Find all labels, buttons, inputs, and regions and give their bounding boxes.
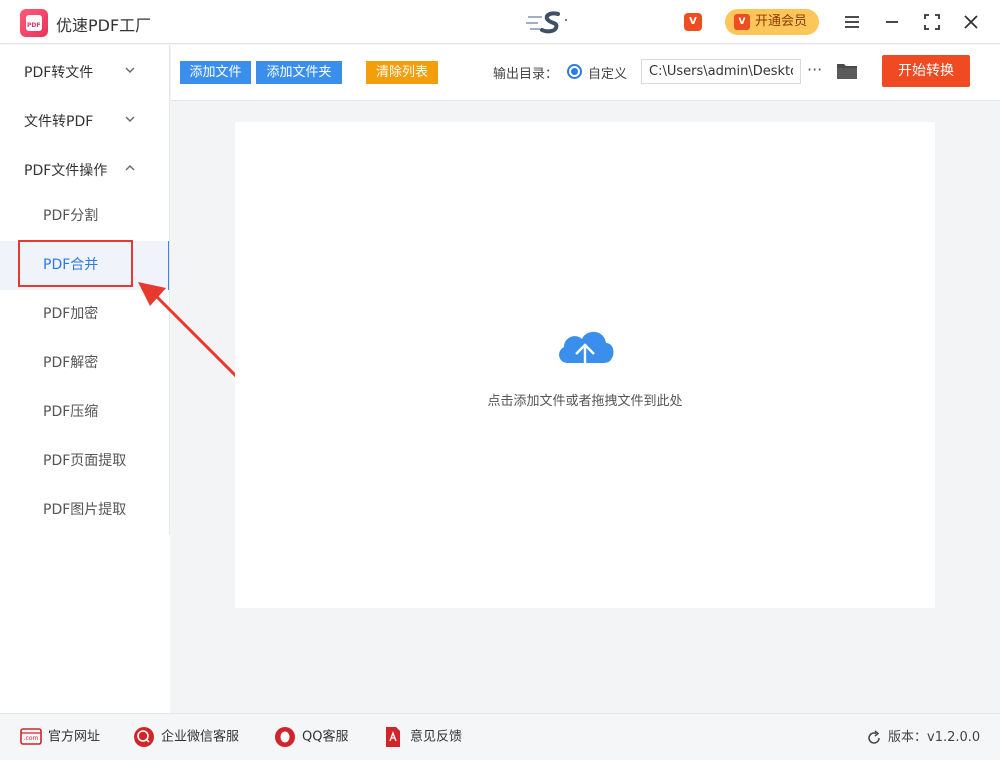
open-vip-label: 开通会员 — [755, 14, 808, 29]
chevron-down-icon[interactable] — [124, 64, 136, 76]
custom-dir-label[interactable]: 自定义 — [588, 63, 627, 82]
official-website-link[interactable]: .com 官方网址 — [20, 726, 100, 748]
chevron-down-icon[interactable] — [124, 113, 136, 125]
annotation-highlight-box — [18, 240, 133, 287]
add-file-button[interactable]: 添加文件 — [180, 61, 251, 84]
website-icon: .com — [20, 728, 42, 745]
wechat-icon — [134, 727, 154, 747]
output-path-input[interactable] — [641, 59, 801, 84]
close-icon[interactable] — [959, 10, 983, 34]
version-info: 版本：v1.2.0.0 — [866, 727, 980, 749]
nav-group-file-to-pdf[interactable]: 文件转PDF — [24, 111, 93, 131]
sidebar-item-pdf-page-extract[interactable]: PDF页面提取 — [0, 437, 170, 486]
clear-list-button[interactable]: 清除列表 — [366, 61, 438, 84]
brand-s-logo-icon — [526, 11, 567, 34]
custom-dir-radio[interactable] — [567, 64, 582, 79]
maximize-icon[interactable] — [920, 10, 944, 34]
file-drop-area[interactable]: 点击添加文件或者拖拽文件到此处 — [235, 122, 935, 608]
sidebar-empty-area — [0, 535, 170, 713]
open-vip-button[interactable]: V 开通会员 — [725, 9, 819, 35]
nav-group-pdf-to-file[interactable]: PDF转文件 — [24, 62, 93, 82]
app-title: 优速PDF工厂 — [56, 16, 152, 35]
app-logo-icon: PDF — [20, 9, 48, 37]
drop-hint-text: 点击添加文件或者拖拽文件到此处 — [487, 394, 683, 409]
vip-crown-icon: V — [734, 14, 750, 30]
toolbar: 添加文件 添加文件夹 清除列表 输出目录： 自定义 ··· 开始转换 — [171, 45, 1000, 101]
more-icon[interactable]: ··· — [807, 59, 825, 83]
menu-icon[interactable] — [840, 10, 864, 34]
nav-group-pdf-operations[interactable]: PDF文件操作 — [24, 160, 107, 180]
svg-text:.com: .com — [24, 735, 39, 742]
start-convert-button[interactable]: 开始转换 — [882, 55, 970, 87]
title-bar: PDF 优速PDF工厂 V V 开通会员 — [0, 0, 1000, 44]
minimize-icon[interactable] — [880, 10, 904, 34]
qq-service-link[interactable]: QQ客服 — [274, 726, 348, 748]
sidebar-item-pdf-image-extract[interactable]: PDF图片提取 — [0, 486, 170, 535]
refresh-icon[interactable] — [866, 729, 882, 746]
folder-icon[interactable] — [836, 61, 858, 81]
chevron-up-icon[interactable] — [124, 162, 136, 174]
output-dir-label: 输出目录： — [493, 67, 559, 82]
cloud-upload-icon — [559, 331, 614, 379]
qq-icon — [275, 727, 295, 747]
footer: .com 官方网址 企业微信客服 QQ客服 意见反馈 版本：v1.2.0.0 — [0, 713, 1000, 760]
feedback-icon — [386, 727, 400, 747]
feedback-link[interactable]: 意见反馈 — [382, 726, 462, 748]
vip-small-icon[interactable]: V — [684, 13, 702, 31]
add-folder-button[interactable]: 添加文件夹 — [256, 61, 342, 84]
wechat-service-link[interactable]: 企业微信客服 — [133, 726, 239, 748]
sidebar-item-pdf-split[interactable]: PDF分割 — [0, 192, 170, 241]
